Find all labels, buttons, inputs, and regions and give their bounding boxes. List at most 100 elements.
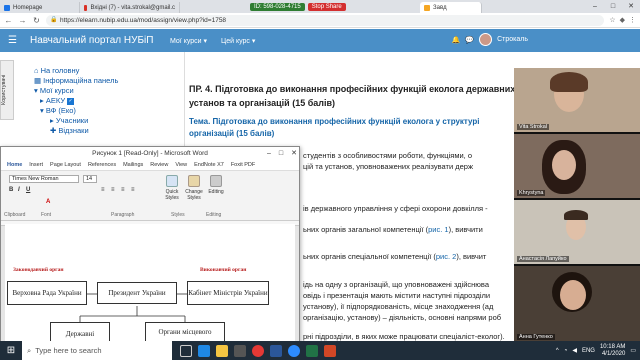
participant-name: Анна Гутенко [517, 334, 555, 340]
system-tray: ^ ◔ ◀ ENG 10:18 AM 4/1/2020 ▭ [556, 341, 636, 360]
forward-icon[interactable]: → [18, 16, 27, 25]
sidebar-item-label: Учасники [55, 116, 89, 125]
change-styles-button[interactable]: Change Styles [183, 175, 205, 201]
stop-share-button[interactable]: Stop Share [307, 2, 346, 11]
edge-icon[interactable] [198, 344, 210, 357]
taskbar-apps [180, 344, 336, 357]
quick-styles-button[interactable]: Quick Styles [161, 175, 183, 201]
video-tile[interactable]: Анастасія Лапуйко [514, 200, 640, 264]
document-page[interactable]: Законодавчий орган Виконавчий орган Верх… [5, 224, 295, 347]
video-tile[interactable]: Khrystyna [514, 134, 640, 198]
search-icon: ⌕ [27, 345, 32, 355]
close-icon[interactable]: ✕ [291, 147, 297, 160]
notifications-icon[interactable]: ▭ [630, 347, 636, 354]
participant-hair [550, 72, 588, 92]
tab-endnote[interactable]: EndNote X7 [194, 162, 224, 168]
tab-insert[interactable]: Insert [29, 162, 43, 168]
menu-label: Мої курси [170, 37, 202, 45]
minimize-icon[interactable]: – [267, 147, 271, 160]
sidebar-item-badges[interactable]: ✚ Відзнаки [30, 126, 118, 136]
moodle-favicon-icon [424, 4, 430, 11]
group-clipboard: Clipboard [4, 212, 26, 218]
word-icon[interactable] [270, 344, 282, 357]
tab-home[interactable]: Home [7, 162, 22, 168]
tab-homepage[interactable]: Homepage [0, 2, 80, 13]
avatar[interactable] [479, 33, 493, 46]
extension-icon[interactable]: ◆ [620, 16, 625, 24]
page-title: ПР. 4. Підготовка до виконання професійн… [189, 84, 515, 108]
video-tile[interactable]: Vita Strokal [514, 68, 640, 132]
figure-2-link[interactable]: рис. 2 [436, 252, 456, 261]
paragraph-line: овідь і презентація мають містити наступ… [303, 291, 491, 300]
tab-references[interactable]: References [88, 162, 116, 168]
font-color-button[interactable]: A [46, 199, 50, 205]
sidebar-item-participants[interactable]: ▸ Учасники [30, 116, 118, 126]
editing-button[interactable]: Editing [205, 175, 227, 195]
powerpoint-icon[interactable] [324, 344, 336, 357]
side-tab-users[interactable]: Користувачі [0, 60, 14, 120]
tab-review[interactable]: Review [150, 162, 168, 168]
language-indicator[interactable]: ENG [582, 348, 595, 354]
sidebar-item-vf[interactable]: ▾ ВФ (Еко) [30, 106, 118, 116]
taskbar-search-input[interactable]: ⌕ Type here to search [22, 341, 172, 360]
sidebar-item-dashboard[interactable]: ▦ Інформаційна панель [30, 76, 118, 86]
menu-this-course[interactable]: Цей курс ▾ [221, 37, 255, 45]
justify-icon[interactable]: ≡ [131, 187, 135, 193]
file-explorer-icon[interactable] [216, 344, 228, 357]
minimize-icon[interactable]: – [586, 0, 604, 13]
store-icon[interactable] [234, 344, 246, 357]
menu-dots-icon[interactable]: ⋮ [629, 16, 636, 24]
sidebar-item-aeku[interactable]: ▸ АЕКУ ✓ [30, 96, 118, 106]
align-left-icon[interactable]: ≡ [101, 187, 105, 193]
task-view-icon[interactable] [180, 344, 192, 357]
maximize-icon[interactable]: □ [604, 0, 622, 13]
back-icon[interactable]: ← [4, 16, 13, 25]
header-menu: Мої курси ▾ Цей курс ▾ [170, 37, 255, 45]
bell-icon[interactable]: 🔔 [452, 36, 461, 44]
tab-foxit-pdf[interactable]: Foxit PDF [231, 162, 255, 168]
word-window-controls: – □ ✕ [267, 147, 297, 160]
align-center-icon[interactable]: ≡ [111, 187, 115, 193]
italic-button[interactable]: I [18, 187, 20, 193]
reload-icon[interactable]: ↻ [32, 16, 41, 25]
site-title[interactable]: Навчальний портал НУБіП [0, 35, 160, 46]
video-tile[interactable]: Анна Гутенко [514, 266, 640, 342]
sidebar-item-home[interactable]: ⌂ На головну [30, 66, 118, 76]
menu-my-courses[interactable]: Мої курси ▾ [170, 37, 207, 45]
tab-gmail[interactable]: Вхідні (7) - vita.strokal@gmail.c [80, 2, 180, 13]
group-paragraph: Paragraph [111, 212, 135, 218]
url-input[interactable]: 🔒 https://elearn.nubip.edu.ua/mod/assign… [46, 14, 605, 26]
clock[interactable]: 10:18 AM 4/1/2020 [600, 344, 625, 358]
chrome-icon[interactable] [252, 344, 264, 357]
sidebar-item-my-courses[interactable]: ▾ Мої курси [30, 86, 118, 96]
bold-button[interactable]: B [9, 187, 13, 193]
star-icon[interactable]: ☆ [609, 16, 615, 24]
chat-icon[interactable]: 💬 [465, 36, 474, 44]
tab-label: Вхідні (7) - vita.strokal@gmail.c [90, 4, 175, 11]
zoom-icon[interactable] [288, 344, 300, 357]
user-menu[interactable]: 🔔 💬 Строкаль [452, 33, 528, 46]
align-right-icon[interactable]: ≡ [121, 187, 125, 193]
paragraph-line: ідь на одну з організацій, що уповноваже… [303, 280, 489, 289]
close-icon[interactable]: ✕ [622, 0, 640, 13]
tab-view[interactable]: View [175, 162, 187, 168]
tab-mailings[interactable]: Mailings [123, 162, 143, 168]
tab-assignment[interactable]: Завд [420, 2, 482, 13]
toolbar-icons: ☆ ◆ ⋮ [609, 16, 636, 24]
volume-icon[interactable]: ◀ [572, 347, 577, 354]
figure-1-link[interactable]: рис. 1 [428, 225, 448, 234]
tab-page-layout[interactable]: Page Layout [50, 162, 81, 168]
excel-icon[interactable] [306, 344, 318, 357]
sidebar-item-label: Інформаційна панель [43, 76, 119, 85]
font-size-select[interactable]: 14 [83, 175, 97, 183]
hamburger-icon[interactable]: ☰ [8, 35, 17, 46]
word-window[interactable]: Рисунок 1 [Read-Only] - Microsoft Word –… [0, 146, 300, 347]
maximize-icon[interactable]: □ [279, 147, 283, 160]
underline-button[interactable]: U [26, 187, 30, 193]
wifi-icon[interactable]: ◔ [564, 348, 568, 354]
participant-name: Khrystyna [517, 190, 546, 196]
chevron-up-icon[interactable]: ^ [556, 348, 559, 354]
menu-label: Цей курс [221, 37, 250, 45]
font-select[interactable]: Times New Roman [9, 175, 79, 183]
windows-start-icon[interactable]: ⊞ [0, 345, 22, 356]
